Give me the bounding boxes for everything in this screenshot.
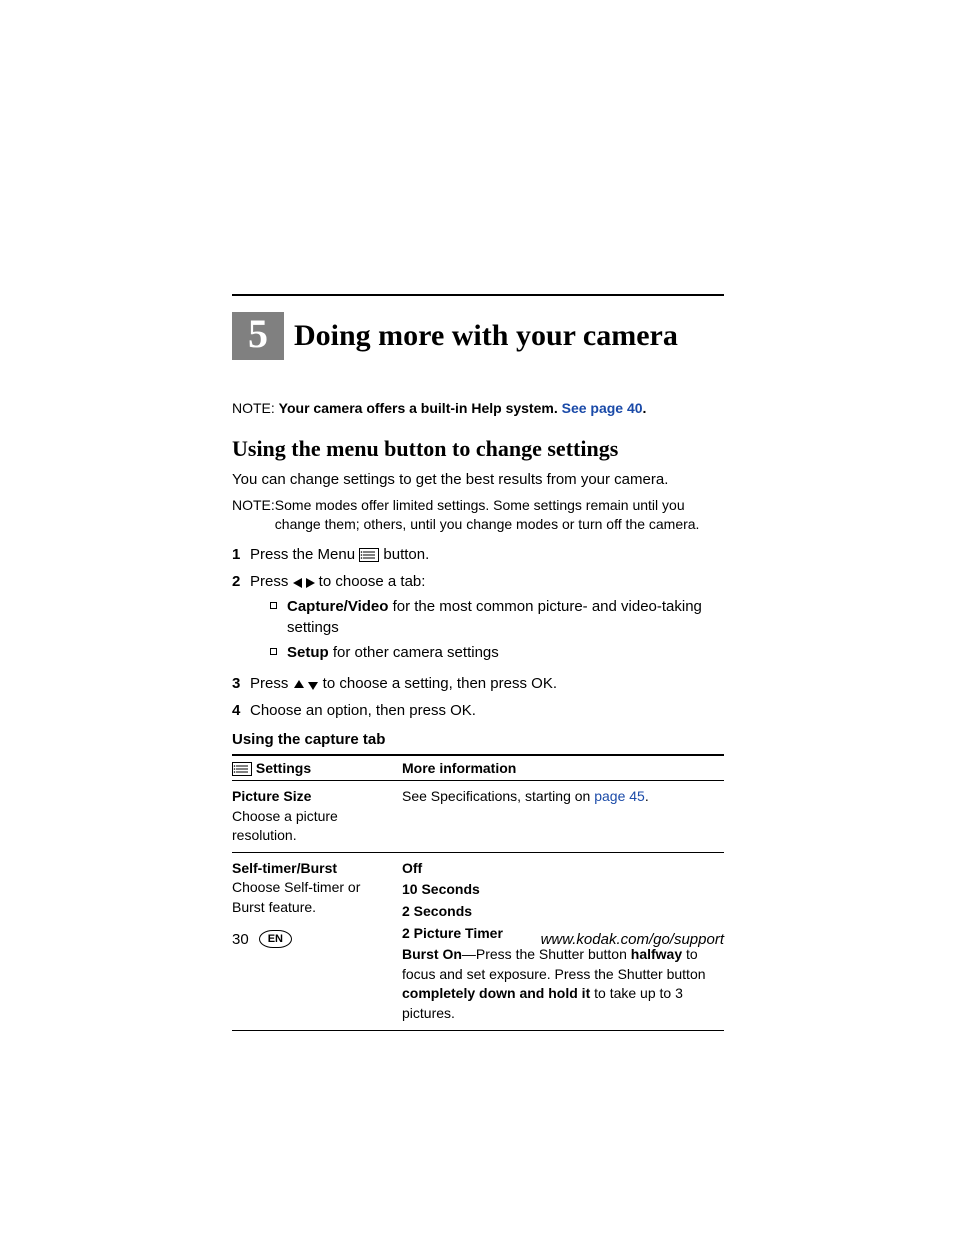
bullet2-rest: for other camera settings xyxy=(329,644,499,661)
option-off: Off xyxy=(402,859,718,879)
row1-info-pre: See Specifications, starting on xyxy=(402,788,594,804)
chapter-header: 5 Doing more with your camera xyxy=(232,312,724,360)
left-right-arrows-icon xyxy=(293,577,315,589)
step-3: 3 Press to choose a setting, then press … xyxy=(232,673,724,694)
note-modes: NOTE: Some modes offer limited settings.… xyxy=(232,496,724,534)
footer-url[interactable]: www.kodak.com/go/support xyxy=(541,931,724,948)
step1-post: button. xyxy=(379,546,429,563)
step-number: 3 xyxy=(232,673,250,694)
square-bullet-icon xyxy=(270,648,277,655)
step-2: 2 Press to choose a tab: Capture/Video f… xyxy=(232,571,724,667)
step-number: 4 xyxy=(232,700,250,721)
menu-icon xyxy=(359,548,379,562)
bullet2-bold: Setup xyxy=(287,644,329,661)
bullet1-bold: Capture/Video xyxy=(287,598,388,615)
note-help-system: NOTE: Your camera offers a built-in Help… xyxy=(232,400,724,416)
option-10-seconds: 10 Seconds xyxy=(402,880,718,900)
step-number: 2 xyxy=(232,571,250,667)
step2-post: to choose a tab: xyxy=(315,573,426,590)
capture-tab-heading: Using the capture tab xyxy=(232,731,724,748)
bullet-capture-video: Capture/Video for the most common pictur… xyxy=(270,596,724,638)
step-4: 4 Choose an option, then press OK. xyxy=(232,700,724,721)
table-header-info: More information xyxy=(402,755,724,781)
table-row: Picture Size Choose a picture resolution… xyxy=(232,781,724,853)
burst-b2: completely down and hold it xyxy=(402,985,590,1001)
menu-icon xyxy=(232,762,252,776)
header-settings-text: Settings xyxy=(256,760,311,776)
table-header-settings: Settings xyxy=(232,755,402,781)
square-bullet-icon xyxy=(270,602,277,609)
note-tail: . xyxy=(643,400,647,416)
step3-post: to choose a setting, then press OK. xyxy=(319,675,557,692)
row-selftimer-desc: Choose Self-timer or Burst feature. xyxy=(232,879,360,915)
note-label: NOTE: xyxy=(232,400,275,416)
row-picture-size-title: Picture Size xyxy=(232,788,311,804)
step-number: 1 xyxy=(232,544,250,565)
section-title: Using the menu button to change settings xyxy=(232,436,724,462)
step1-pre: Press the Menu xyxy=(250,546,359,563)
chapter-title: Doing more with your camera xyxy=(284,312,678,360)
step2-bullets: Capture/Video for the most common pictur… xyxy=(270,596,724,663)
step-1: 1 Press the Menu button. xyxy=(232,544,724,565)
step4-text: Choose an option, then press OK. xyxy=(250,700,724,721)
steps-list: 1 Press the Menu button. 2 Press to choo… xyxy=(232,544,724,721)
note2-label: NOTE: xyxy=(232,496,275,534)
bullet-setup: Setup for other camera settings xyxy=(270,642,724,663)
settings-table: Settings More information Picture Size C… xyxy=(232,754,724,1031)
up-down-arrows-icon xyxy=(293,679,319,691)
burst-description: Burst On—Press the Shutter button halfwa… xyxy=(402,946,706,1021)
page-footer: 30 EN www.kodak.com/go/support xyxy=(232,930,724,948)
row-selftimer-title: Self-timer/Burst xyxy=(232,860,337,876)
section-intro: You can change settings to get the best … xyxy=(232,470,724,490)
row1-info-post: . xyxy=(645,788,649,804)
language-badge: EN xyxy=(259,930,292,948)
link-page-45[interactable]: page 45 xyxy=(594,788,645,804)
note2-text: Some modes offer limited settings. Some … xyxy=(275,496,724,534)
note-bold-text: Your camera offers a built-in Help syste… xyxy=(279,400,558,416)
page-number: 30 xyxy=(232,931,249,948)
burst-t1: —Press the Shutter button xyxy=(462,946,631,962)
option-2-seconds: 2 Seconds xyxy=(402,902,718,922)
step2-pre: Press xyxy=(250,573,293,590)
step3-pre: Press xyxy=(250,675,293,692)
link-page-40[interactable]: See page 40 xyxy=(562,400,643,416)
burst-b1: halfway xyxy=(631,946,682,962)
chapter-number: 5 xyxy=(232,312,284,360)
row-picture-size-desc: Choose a picture resolution. xyxy=(232,808,338,844)
top-rule xyxy=(232,294,724,296)
burst-lead: Burst On xyxy=(402,946,462,962)
